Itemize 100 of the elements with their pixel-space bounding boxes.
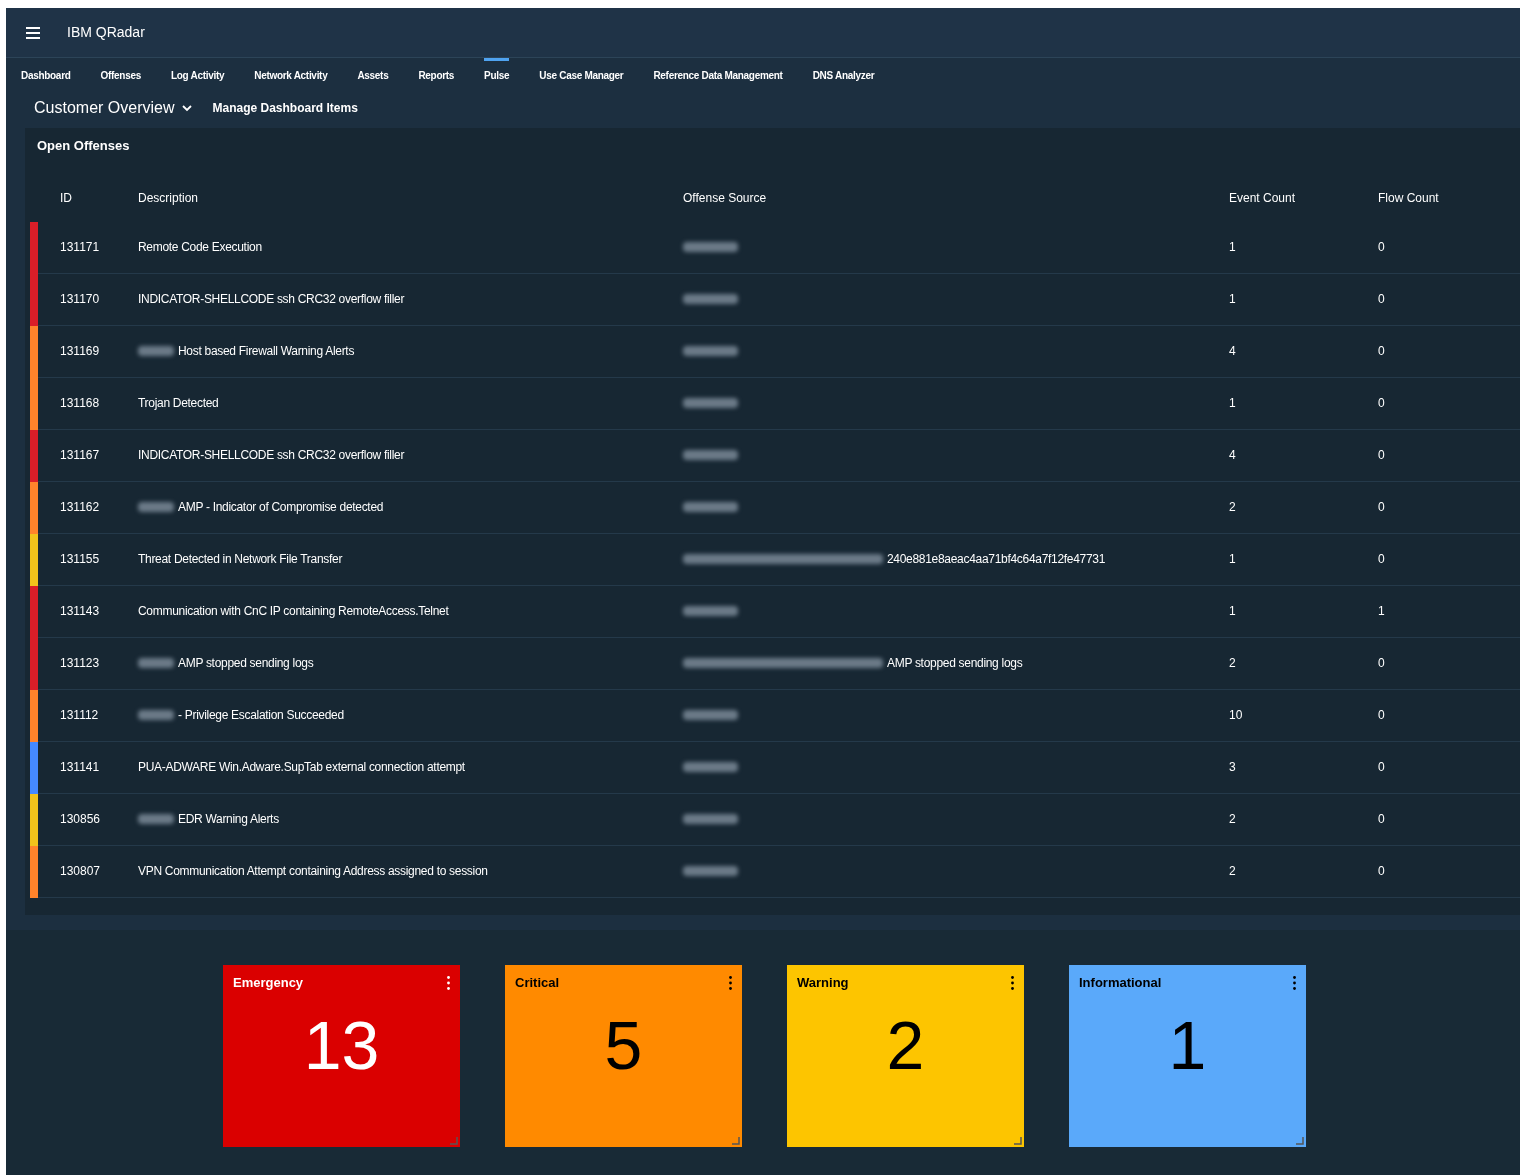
table-cell-text: 4	[1229, 447, 1237, 464]
table-cell-text: 2	[1229, 499, 1237, 516]
table-cell-text: 131112	[59, 707, 100, 724]
table-row[interactable]: 131168 Trojan Detected 1 0	[30, 377, 1520, 430]
table-cell-text: 1	[1229, 551, 1237, 568]
table-cell-text: 3	[1229, 759, 1237, 776]
table-row[interactable]: 130856 EDR Warning Alerts 2 0	[30, 793, 1520, 846]
severity-tile[interactable]: Warning 2	[787, 965, 1024, 1147]
overflow-menu-icon[interactable]	[729, 975, 732, 990]
table-cell-text: Threat Detected in Network File Transfer	[138, 551, 343, 568]
table-cell-text: INDICATOR-SHELLCODE ssh CRC32 overflow filler	[138, 447, 405, 464]
app-title: IBM QRadar	[67, 23, 145, 42]
table-row[interactable]: 131155 Threat Detected in Network File Transfer 240e881e8aeac4aa71bf4c64a7f12fe47731 1 0	[30, 533, 1520, 586]
tile-label: Emergency	[233, 974, 304, 992]
resize-handle-icon[interactable]	[450, 1137, 458, 1145]
nav-tab[interactable]: Offenses	[100, 58, 141, 90]
overflow-menu-icon[interactable]	[1011, 975, 1014, 990]
column-header[interactable]: Offense Source	[683, 188, 1229, 207]
table-cell-text: 131162	[59, 499, 101, 516]
table-cell-text: Remote Code Execution	[138, 239, 262, 256]
table-row[interactable]: 131141 PUA-ADWARE Win.Adware.SupTab external connection attempt 3 0	[30, 741, 1520, 794]
table-cell-text: 0	[1378, 863, 1386, 880]
column-header[interactable]: Description	[138, 188, 683, 207]
table-cell-text: 131169	[59, 343, 101, 360]
panel-title: Open Offenses	[36, 137, 131, 155]
nav-tab[interactable]: DNS Analyzer	[812, 58, 875, 90]
table-cell-text: 4	[1229, 343, 1237, 360]
column-header[interactable]: Flow Count	[1378, 188, 1520, 207]
nav-tab[interactable]: Pulse	[484, 58, 510, 90]
table-cell-text: 131143	[59, 603, 101, 620]
resize-handle-icon[interactable]	[1296, 1137, 1304, 1145]
table-cell-text: 130856	[59, 811, 102, 828]
table-cell-text: 240e881e8aeac4aa71bf4c64a7f12fe47731	[887, 551, 1106, 568]
table-cell-text: - Privilege Escalation Succeeded	[178, 707, 344, 724]
table-cell-text: 0	[1378, 447, 1386, 464]
table-cell-text: 10	[1229, 707, 1244, 724]
table-cell-text: 131171	[59, 239, 101, 256]
table-cell-text: 131170	[59, 291, 101, 308]
menu-icon[interactable]	[26, 26, 40, 39]
table-cell-text: 0	[1378, 291, 1386, 308]
nav-tab[interactable]: Reference Data Management	[653, 58, 783, 90]
table-cell-text: 0	[1378, 499, 1386, 516]
table-cell-text: 1	[1229, 603, 1237, 620]
table-row[interactable]: 131169 Host based Firewall Warning Alerts 4 0	[30, 325, 1520, 378]
table-row[interactable]: 130807 VPN Communication Attempt containing Address assigned to session 2 0	[30, 845, 1520, 898]
nav-tab[interactable]: Use Case Manager	[539, 58, 624, 90]
table-row[interactable]: 131167 INDICATOR-SHELLCODE ssh CRC32 overflow filler 4 0	[30, 429, 1520, 482]
dashboard-dropdown[interactable]: Customer Overview	[34, 96, 193, 120]
tile-count: 13	[303, 1010, 380, 1079]
table-cell-text: AMP - Indicator of Compromise detected	[178, 499, 384, 516]
table-cell-text: PUA-ADWARE Win.Adware.SupTab external connection attempt	[138, 759, 465, 776]
table-row[interactable]: 131170 INDICATOR-SHELLCODE ssh CRC32 overflow filler 1 0	[30, 273, 1520, 326]
tile-count: 1	[1168, 1010, 1207, 1079]
table-cell-text: 0	[1378, 655, 1386, 672]
table-cell-text: 2	[1229, 655, 1237, 672]
severity-tile[interactable]: Emergency 13	[223, 965, 460, 1147]
severity-tile[interactable]: Informational 1	[1069, 965, 1306, 1147]
tile-label: Informational	[1079, 974, 1162, 992]
nav-tab[interactable]: Dashboard	[21, 58, 71, 90]
table-row[interactable]: 131143 Communication with CnC IP containing RemoteAccess.Telnet 1 1	[30, 585, 1520, 638]
table-cell-text: Host based Firewall Warning Alerts	[178, 343, 355, 360]
manage-dashboard-link[interactable]: Manage Dashboard Items	[212, 99, 358, 117]
nav-tab[interactable]: Assets	[357, 58, 389, 90]
table-cell-text: AMP stopped sending logs	[178, 655, 314, 672]
table-cell-text: Trojan Detected	[138, 395, 219, 412]
table-cell-text: 131155	[59, 551, 101, 568]
severity-tile[interactable]: Critical 5	[505, 965, 742, 1147]
table-cell-text: EDR Warning Alerts	[178, 811, 279, 828]
table-row[interactable]: 131112 - Privilege Escalation Succeeded 10 0	[30, 689, 1520, 742]
tile-count: 5	[604, 1010, 643, 1079]
table-cell-text: 2	[1229, 811, 1237, 828]
table-cell-text: 131141	[59, 759, 101, 776]
table-cell-text: 131123	[59, 655, 101, 672]
table-cell-text: AMP stopped sending logs	[887, 655, 1023, 672]
table-cell-text: 1	[1229, 291, 1237, 308]
overflow-menu-icon[interactable]	[1293, 975, 1296, 990]
table-cell-text: 0	[1378, 811, 1386, 828]
table-cell-text: 1	[1378, 603, 1386, 620]
table-cell-text: 0	[1378, 239, 1386, 256]
table-cell-text: 2	[1229, 863, 1237, 880]
nav-tab[interactable]: Network Activity	[254, 58, 328, 90]
table-row[interactable]: 131171 Remote Code Execution 1 0	[30, 221, 1520, 274]
column-header[interactable]: Event Count	[1229, 188, 1378, 207]
resize-handle-icon[interactable]	[1014, 1137, 1022, 1145]
tile-count: 2	[886, 1010, 925, 1079]
table-cell-text: VPN Communication Attempt containing Address assigned to session	[138, 863, 488, 880]
table-row[interactable]: 131162 AMP - Indicator of Compromise detected 2 0	[30, 481, 1520, 534]
column-header[interactable]: ID	[25, 188, 138, 207]
table-cell-text: 0	[1378, 759, 1386, 776]
table-cell-text: 1	[1229, 239, 1237, 256]
table-cell-text: 131168	[59, 395, 101, 412]
table-cell-text: INDICATOR-SHELLCODE ssh CRC32 overflow filler	[138, 291, 405, 308]
table-row[interactable]: 131123 AMP stopped sending logs AMP stopped sending logs 2 0	[30, 637, 1520, 690]
nav-tab[interactable]: Log Activity	[170, 58, 225, 90]
table-cell-text: 0	[1378, 395, 1386, 412]
nav-tab[interactable]: Reports	[418, 58, 455, 90]
table-cell-text: 1	[1229, 395, 1237, 412]
resize-handle-icon[interactable]	[732, 1137, 740, 1145]
table-cell-text: 0	[1378, 343, 1386, 360]
table-cell-text: 131167	[59, 447, 101, 464]
